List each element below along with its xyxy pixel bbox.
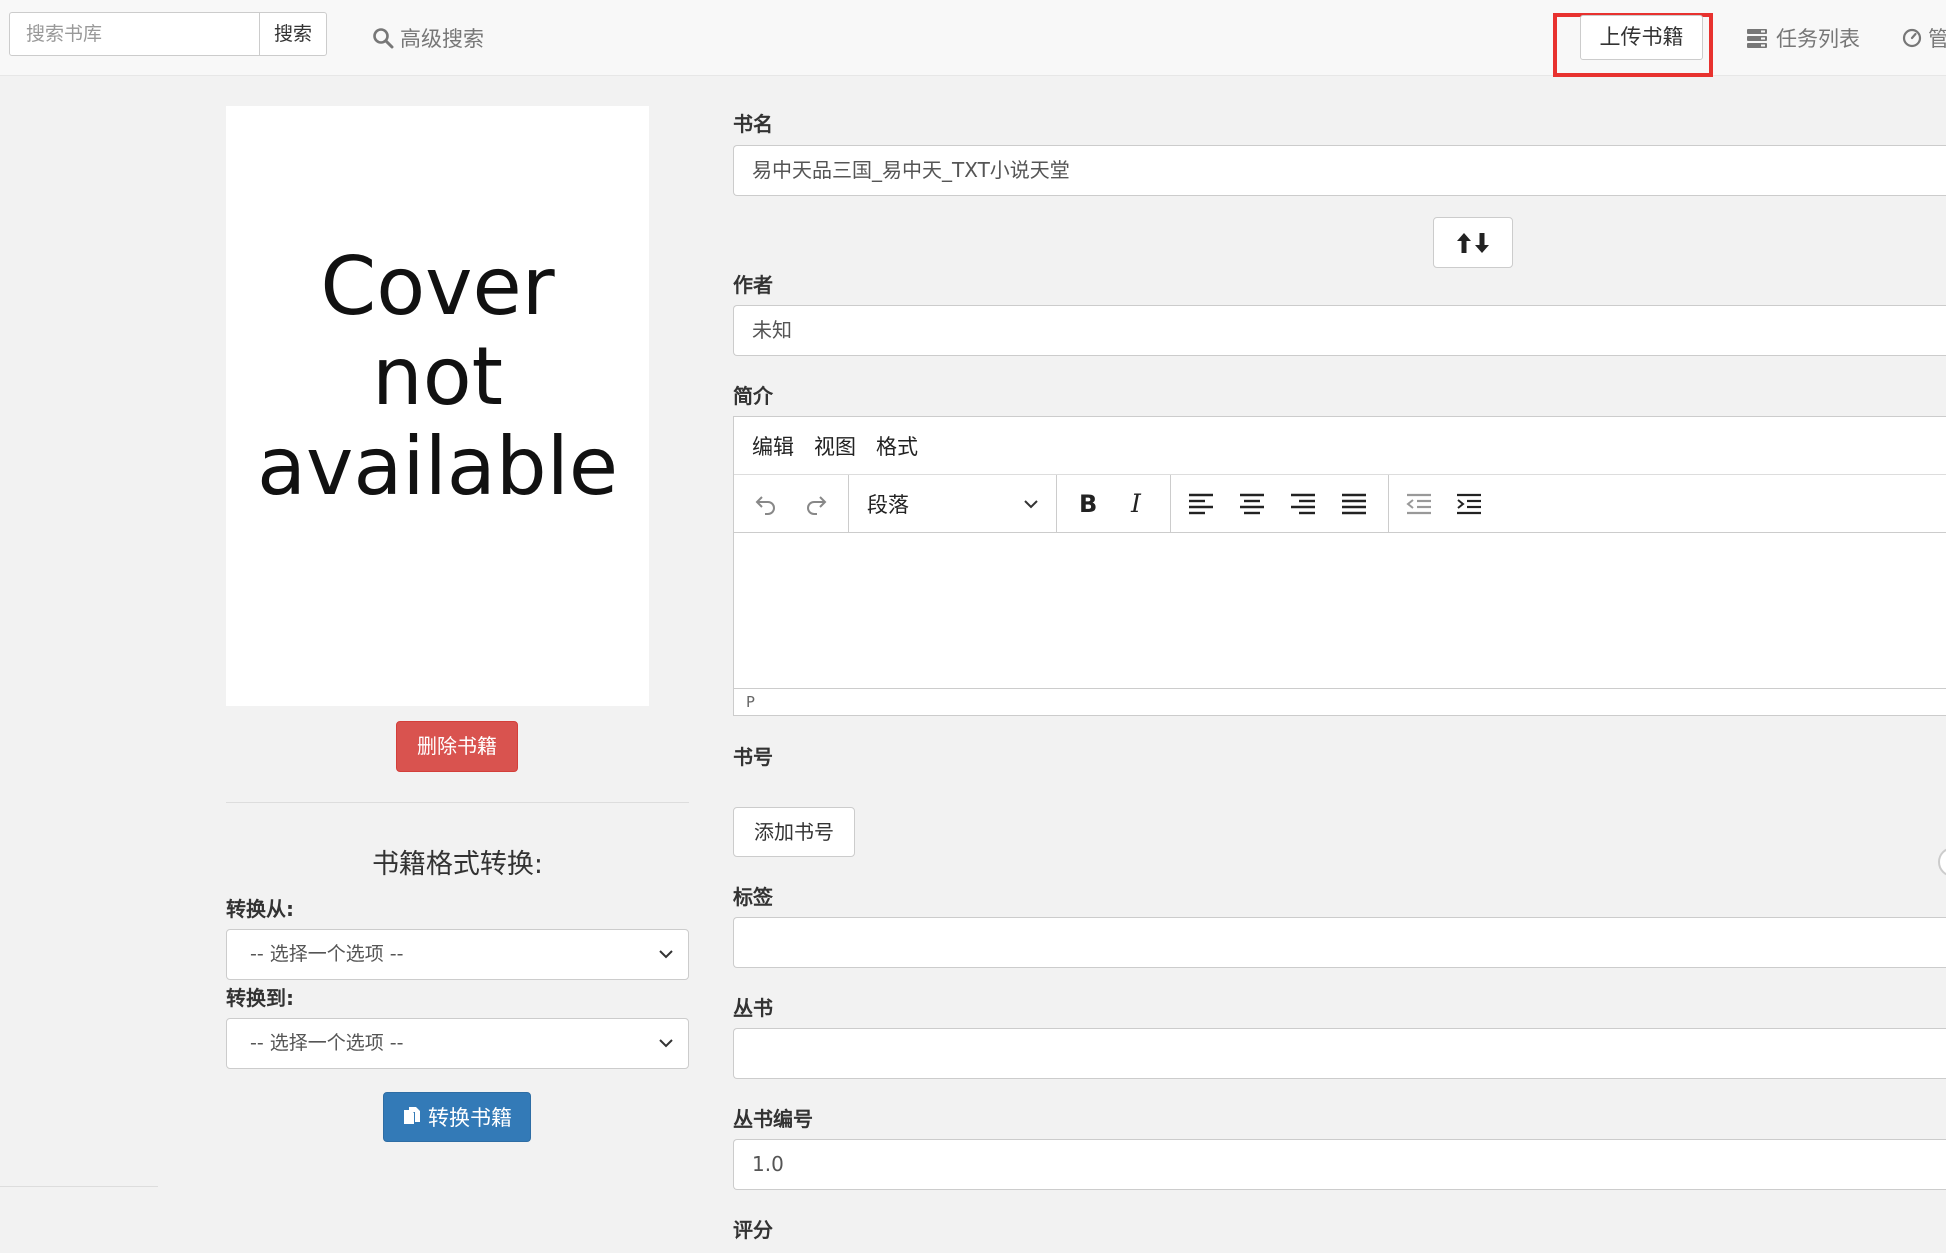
convert-book-label: 转换书籍 (428, 1106, 512, 1130)
title-input[interactable]: 易中天品三国_易中天_TXT小说天堂 (733, 145, 1946, 196)
convert-book-button[interactable]: 转换书籍 (383, 1092, 531, 1142)
toolbar-separator (1170, 475, 1171, 533)
dashboard-icon (1902, 28, 1922, 48)
author-input[interactable]: 未知 (733, 305, 1946, 356)
search-input[interactable] (9, 12, 260, 56)
tasks-icon (1747, 29, 1767, 48)
copy-files-icon (404, 1107, 420, 1124)
bold-icon: B (1079, 491, 1097, 517)
add-isbn-button[interactable]: 添加书号 (733, 807, 855, 857)
align-justify-button[interactable] (1331, 475, 1377, 533)
delete-book-button[interactable]: 删除书籍 (396, 721, 518, 772)
convert-from-select[interactable]: -- 选择一个选项 -- (226, 929, 689, 980)
bold-button[interactable]: B (1064, 475, 1110, 533)
menu-view[interactable]: 视图 (814, 431, 856, 461)
convert-heading: 书籍格式转换: (371, 849, 544, 880)
series-input[interactable] (733, 1028, 1946, 1079)
series-label: 丛书 (733, 996, 773, 1020)
editor-status-path: P (734, 688, 1946, 716)
series-index-label: 丛书编号 (733, 1107, 813, 1131)
editor-toolbar: 段落 B I (734, 475, 1946, 533)
swap-arrows-icon (1457, 232, 1489, 253)
block-format-select[interactable]: 段落 (849, 475, 1055, 533)
swap-title-author-button[interactable] (1433, 217, 1513, 268)
align-right-button[interactable] (1280, 475, 1326, 533)
align-center-icon (1240, 493, 1264, 515)
align-left-button[interactable] (1178, 475, 1224, 533)
outdent-icon (1406, 493, 1431, 515)
divider (226, 802, 689, 803)
task-list-label: 任务列表 (1776, 27, 1860, 51)
book-cover: Cover not available (226, 106, 649, 706)
convert-from-label: 转换从: (226, 897, 294, 921)
author-label: 作者 (733, 273, 773, 297)
series-index-input[interactable]: 1.0 (733, 1139, 1946, 1190)
cover-placeholder-text: Cover not available (256, 240, 619, 513)
editor-menubar: 编辑 视图 格式 (734, 417, 1946, 475)
italic-button[interactable]: I (1114, 475, 1160, 533)
convert-to-select[interactable]: -- 选择一个选项 -- (226, 1018, 689, 1069)
chevron-down-icon (1024, 500, 1038, 509)
upload-book-button[interactable]: 上传书籍 (1580, 15, 1703, 60)
description-label: 简介 (733, 384, 773, 408)
search-button[interactable]: 搜索 (259, 12, 327, 56)
undo-button[interactable] (742, 475, 790, 533)
undo-icon (755, 496, 775, 515)
advanced-search-label: 高级搜索 (400, 27, 484, 51)
toolbar-separator (1388, 475, 1389, 533)
chevron-down-icon (658, 930, 674, 998)
task-list-link[interactable]: 任务列表 (1746, 20, 1860, 56)
admin-label: 管 (1928, 27, 1946, 51)
italic-icon: I (1130, 491, 1142, 517)
indent-button[interactable] (1446, 475, 1492, 533)
chevron-down-icon (658, 1019, 674, 1087)
title-label: 书名 (733, 112, 773, 136)
admin-link[interactable]: 管 (1902, 20, 1946, 56)
redo-button[interactable] (792, 475, 840, 533)
menu-edit[interactable]: 编辑 (752, 431, 794, 461)
editor-content-area[interactable] (734, 534, 1946, 688)
align-left-icon (1189, 493, 1213, 515)
convert-from-value: -- 选择一个选项 -- (250, 943, 404, 965)
tags-label: 标签 (733, 885, 773, 909)
block-format-value: 段落 (867, 493, 909, 517)
menu-format[interactable]: 格式 (876, 431, 918, 461)
svg-text:I: I (1130, 491, 1142, 517)
rating-label: 评分 (733, 1218, 773, 1242)
tags-input[interactable] (733, 917, 1946, 968)
align-right-icon (1291, 493, 1315, 515)
align-justify-icon (1342, 493, 1366, 515)
advanced-search-link[interactable]: 高级搜索 (372, 20, 484, 56)
description-editor: 编辑 视图 格式 段落 B I P (733, 416, 1946, 716)
indent-icon (1457, 493, 1481, 515)
align-center-button[interactable] (1229, 475, 1275, 533)
svg-text:B: B (1079, 491, 1097, 517)
outdent-button[interactable] (1396, 475, 1442, 533)
isbn-label: 书号 (733, 745, 773, 769)
convert-to-label: 转换到: (226, 986, 294, 1010)
scroll-handle[interactable] (1938, 847, 1946, 877)
redo-icon (807, 496, 827, 515)
toolbar-separator (1056, 475, 1057, 533)
divider (0, 1186, 158, 1187)
convert-to-value: -- 选择一个选项 -- (250, 1032, 404, 1054)
search-icon (373, 28, 394, 49)
